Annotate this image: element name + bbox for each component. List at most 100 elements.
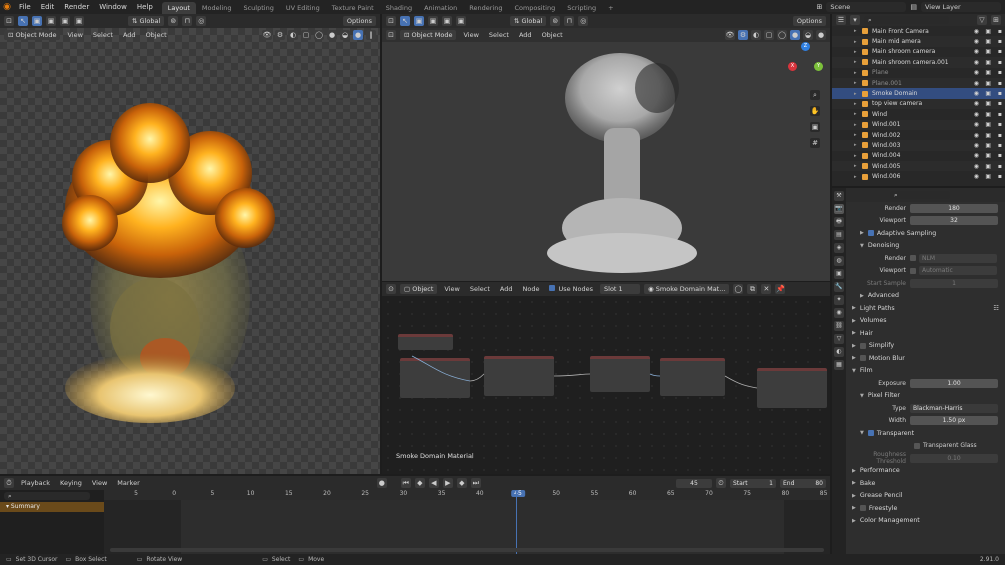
navigation-gizmo[interactable]: Z X Y (786, 42, 826, 82)
viewport-toggle-icon[interactable]: ▣ (985, 90, 991, 97)
tab-compositing[interactable]: Compositing (508, 2, 561, 14)
visibility-eye-icon[interactable]: ◉ (974, 69, 979, 76)
world-tab-icon[interactable]: ◍ (834, 256, 844, 266)
editor-type-icon[interactable]: ⊡ (386, 16, 396, 26)
advanced-panel[interactable]: ▶ Advanced (846, 290, 1005, 303)
summary-channel[interactable]: ▾ Summary (0, 502, 104, 512)
visibility-eye-icon[interactable]: ◉ (974, 28, 979, 35)
render-toggle-icon[interactable]: ▪ (998, 28, 1002, 35)
expand-arrow-icon[interactable]: ▸ (854, 122, 857, 128)
menu-select[interactable]: Select (467, 285, 493, 293)
render-toggle-icon[interactable]: ▪ (998, 80, 1002, 87)
filter-width-field[interactable]: 1.50 px (910, 416, 998, 426)
expand-arrow-icon[interactable]: ▸ (854, 80, 857, 86)
render-toggle-icon[interactable]: ▪ (998, 48, 1002, 55)
xray-icon[interactable]: ▢ (764, 30, 774, 40)
gizmo-icon[interactable]: ⚙ (275, 30, 285, 40)
render-toggle-icon[interactable]: ▪ (998, 121, 1002, 128)
viewport-toggle-icon[interactable]: ▣ (985, 48, 991, 55)
outliner-item[interactable]: ▸ Main Front Camera ◉ ▣ ▪ (832, 26, 1005, 36)
editor-type-icon[interactable]: ⊙ (386, 284, 396, 294)
proportional-edit-icon[interactable]: ◎ (578, 16, 589, 26)
select-tool-icon[interactable]: ↖ (18, 16, 28, 26)
snap-icon[interactable]: ⊓ (564, 16, 575, 26)
hair-panel[interactable]: ▶ Hair (846, 327, 1005, 340)
menu-window[interactable]: Window (94, 0, 132, 14)
output-tab-icon[interactable]: 🖶 (834, 217, 844, 227)
visibility-eye-icon[interactable]: ◉ (974, 59, 979, 66)
motion-blur-checkbox[interactable] (859, 355, 866, 362)
visibility-eye-icon[interactable]: ◉ (974, 142, 979, 149)
current-frame-field[interactable]: 45 (676, 478, 712, 488)
menu-view[interactable]: View (64, 31, 85, 39)
add-workspace-button[interactable]: + (602, 2, 619, 14)
shading-rendered-icon[interactable]: ● (353, 30, 363, 40)
render-toggle-icon[interactable]: ▪ (998, 100, 1002, 107)
menu-view[interactable]: View (89, 479, 110, 487)
expand-arrow-icon[interactable]: ▸ (854, 39, 857, 45)
menu-edit[interactable]: Edit (36, 0, 60, 14)
render-toggle-icon[interactable]: ▪ (998, 38, 1002, 45)
color-management-panel[interactable]: ▶ Color Management (846, 515, 1005, 528)
menu-file[interactable]: File (14, 0, 36, 14)
outliner-item[interactable]: ▸ Main shroom camera ◉ ▣ ▪ (832, 47, 1005, 57)
view-layer-field[interactable]: View Layer (921, 2, 1001, 12)
new-collection-icon[interactable]: ⊞ (991, 15, 1001, 25)
tab-texture-paint[interactable]: Texture Paint (326, 2, 380, 14)
viewport-toggle-icon[interactable]: ▣ (985, 59, 991, 66)
viewport-toggle-icon[interactable]: ▣ (985, 111, 991, 118)
render-toggle-icon[interactable]: ▪ (998, 90, 1002, 97)
prev-keyframe-icon[interactable]: ◆ (414, 478, 425, 488)
outliner-search-input[interactable]: ⌕ (864, 16, 949, 24)
select-mode-new-icon[interactable]: ▣ (32, 16, 42, 26)
transform-orientation-dropdown[interactable]: ⇅ Global (128, 16, 165, 26)
shading-wire-icon[interactable]: ◯ (314, 30, 324, 40)
gizmo-x-axis[interactable]: X (788, 62, 797, 71)
exposure-field[interactable]: 1.00 (910, 378, 998, 388)
shading-material-icon[interactable]: ◒ (803, 30, 813, 40)
menu-render[interactable]: Render (59, 0, 94, 14)
viewport-toggle-icon[interactable]: ▣ (985, 100, 991, 107)
object-tab-icon[interactable]: ▣ (834, 269, 844, 279)
simplify-checkbox[interactable] (859, 342, 866, 349)
xray-icon[interactable]: ▢ (301, 30, 311, 40)
scene-tab-icon[interactable]: ◈ (834, 243, 844, 253)
denoise-render-field[interactable]: NLM (919, 253, 997, 263)
expand-arrow-icon[interactable]: ▸ (854, 163, 857, 169)
menu-add[interactable]: Add (516, 31, 535, 39)
outliner-item[interactable]: ▸ Main mid amera ◉ ▣ ▪ (832, 36, 1005, 47)
unlink-material-icon[interactable]: ✕ (761, 284, 772, 294)
visibility-eye-icon[interactable]: ◉ (974, 173, 979, 180)
menu-node[interactable]: Node (519, 285, 542, 293)
tab-sculpting[interactable]: Sculpting (237, 2, 279, 14)
blender-logo-icon[interactable]: ◉ (0, 2, 14, 12)
viewport-toggle-icon[interactable]: ▣ (985, 38, 991, 45)
expand-arrow-icon[interactable]: ▸ (854, 132, 857, 138)
viewport-samples-field[interactable]: 32 (910, 216, 998, 226)
render-toggle-icon[interactable]: ▪ (998, 69, 1002, 76)
visibility-eye-icon[interactable]: ◉ (974, 100, 979, 107)
outliner-item[interactable]: ▸ Wind.005 ◉ ▣ ▪ (832, 161, 1005, 172)
select-mode-invert-icon[interactable]: ▣ (74, 16, 84, 26)
expand-arrow-icon[interactable]: ▸ (854, 91, 857, 97)
play-icon[interactable]: ▶ (442, 478, 453, 488)
menu-help[interactable]: Help (132, 0, 158, 14)
play-reverse-icon[interactable]: ◀ (428, 478, 439, 488)
viewport-toggle-icon[interactable]: ▣ (985, 132, 991, 139)
expand-arrow-icon[interactable]: ▸ (854, 153, 857, 159)
transform-orientation-dropdown[interactable]: ⇅ Global (510, 16, 547, 26)
denoise-render-checkbox[interactable] (910, 255, 916, 262)
scene-field[interactable]: Scene (826, 2, 907, 12)
render-toggle-icon[interactable]: ▪ (998, 132, 1002, 139)
list-icon[interactable]: ☷ (993, 305, 1005, 312)
select-mode-extend-icon[interactable]: ▣ (46, 16, 56, 26)
visibility-eye-icon[interactable]: ◉ (974, 111, 979, 118)
viewport-toggle-icon[interactable]: ▣ (985, 80, 991, 87)
filter-icon[interactable]: ▽ (977, 15, 987, 25)
properties-search-input[interactable]: ⌕ (890, 191, 950, 199)
transparent-panel[interactable]: ▼ Transparent (846, 427, 1005, 440)
tab-modeling[interactable]: Modeling (196, 2, 238, 14)
viewport-toggle-icon[interactable]: ▣ (985, 121, 991, 128)
render-toggle-icon[interactable]: ▪ (998, 59, 1002, 66)
select-mode-subtract-icon[interactable]: ▣ (60, 16, 70, 26)
